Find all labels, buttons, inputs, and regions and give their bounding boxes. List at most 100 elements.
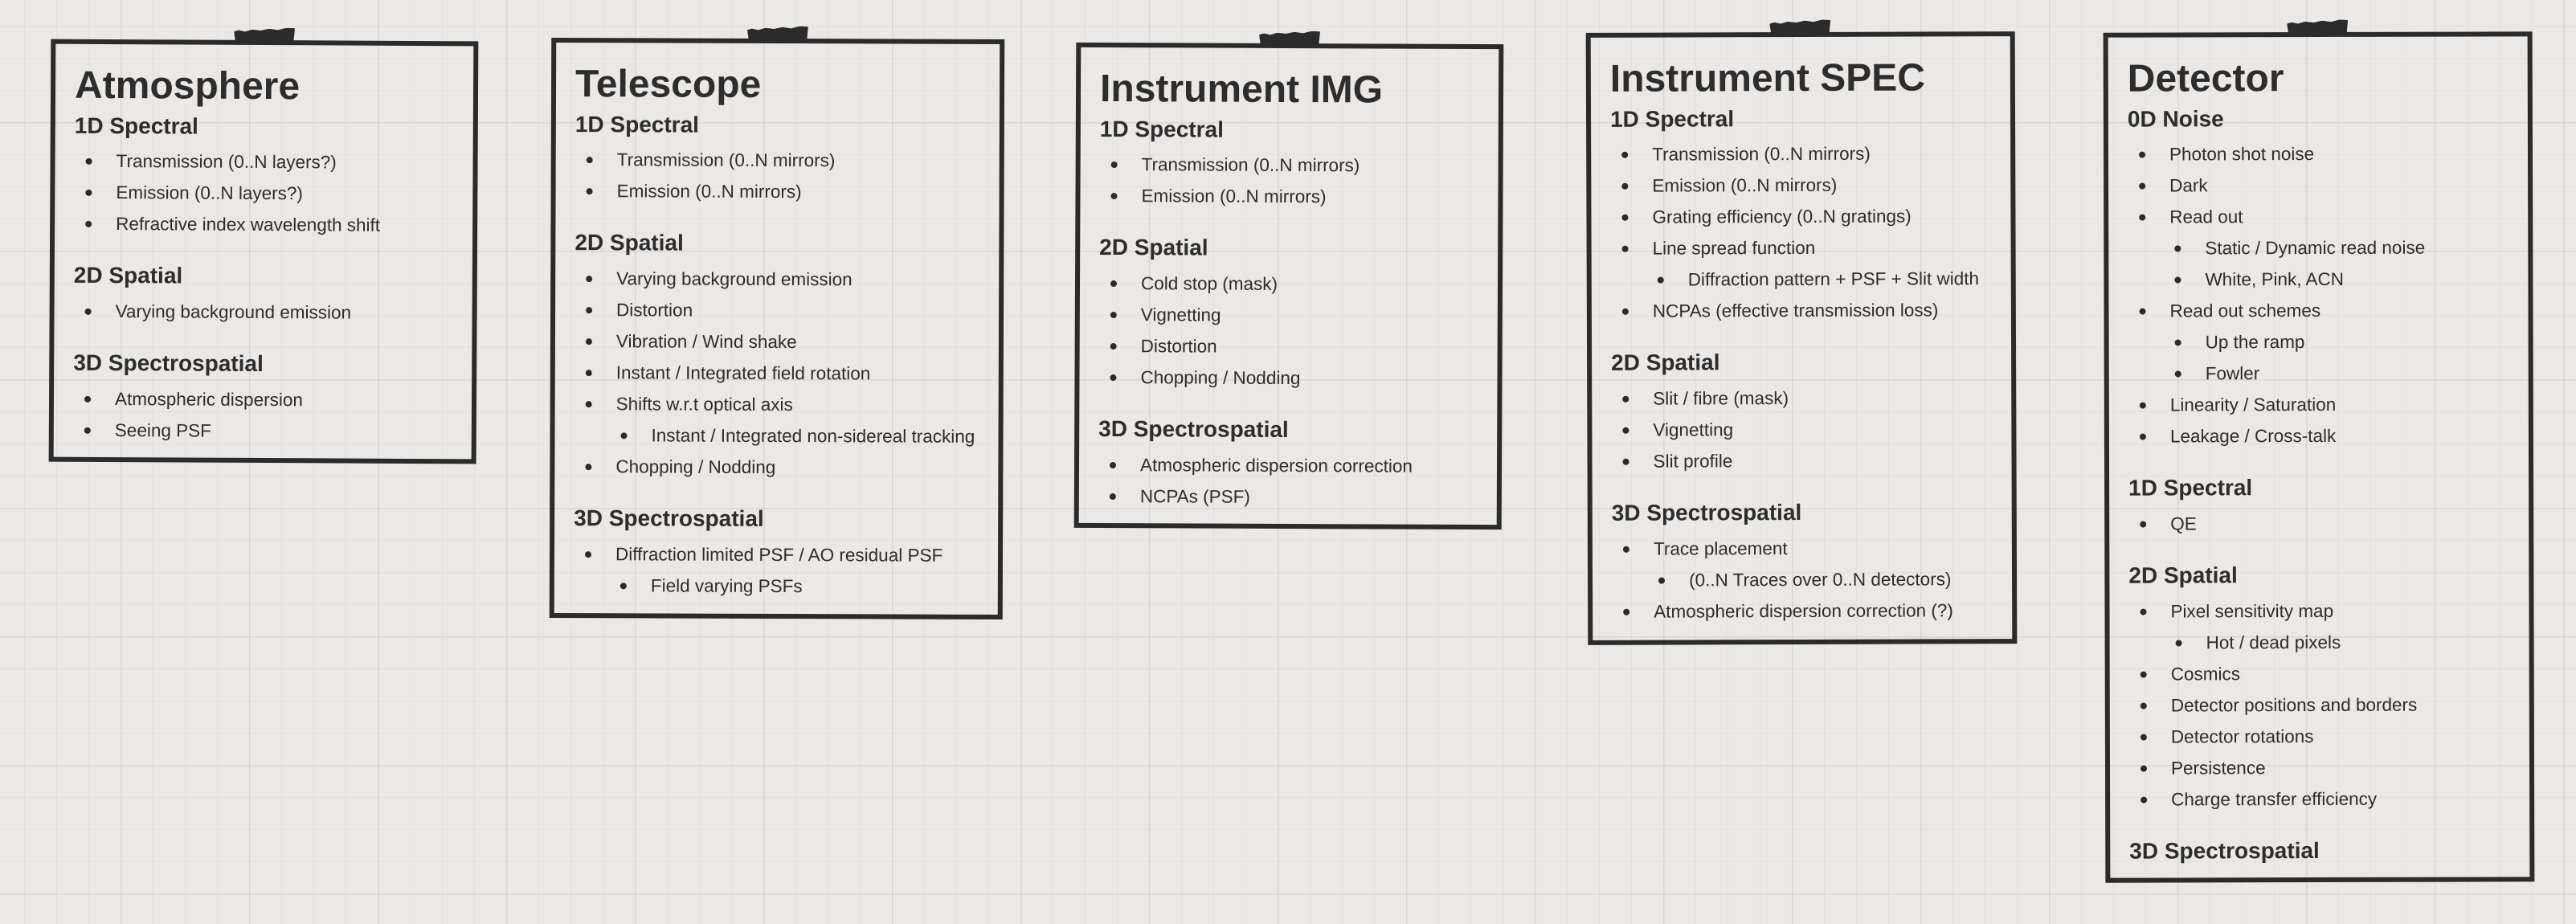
list-item: Read out xyxy=(2128,201,2512,233)
section-1d-spectral: 1D Spectral QE xyxy=(2128,474,2513,540)
card-telescope: Telescope 1D Spectral Transmission (0..N… xyxy=(549,38,1005,619)
list-item: Refractive index wavelength shift xyxy=(74,208,456,241)
section-1d-spectral: 1D Spectral Transmission (0..N mirrors) … xyxy=(1099,116,1482,214)
tape-strip xyxy=(2287,19,2349,37)
list-item: Transmission (0..N layers?) xyxy=(74,145,456,178)
section-title: 1D Spectral xyxy=(74,112,198,139)
list-subitem: Up the ramp xyxy=(2128,326,2513,358)
list-item: Emission (0..N layers?) xyxy=(74,177,456,210)
card-title: Instrument SPEC xyxy=(1609,56,1926,100)
list-item: Leakage / Cross-talk xyxy=(2128,420,2513,452)
card-instrument-spec: Instrument SPEC 1D Spectral Transmission… xyxy=(1585,31,2018,645)
list-item: NCPAs (PSF) xyxy=(1098,480,1481,513)
list-item: Cosmics xyxy=(2129,657,2513,689)
list-item: Chopping / Nodding xyxy=(574,451,982,484)
section-title: 2D Spatial xyxy=(73,263,183,288)
section-title: 2D Spatial xyxy=(2128,562,2238,588)
list-item: Trace placement xyxy=(1612,532,1996,565)
list-item: Detector positions and borders xyxy=(2129,689,2513,721)
list-item: Distortion xyxy=(1099,330,1482,363)
list-item: Read out schemes xyxy=(2128,295,2512,327)
section-title: 1D Spectral xyxy=(2128,475,2253,501)
section-2d-spatial: 2D Spatial Cold stop (mask) Vignetting D… xyxy=(1098,234,1482,395)
section-2d-spatial: 2D Spatial Slit / fibre (mask) Vignettin… xyxy=(1611,349,1996,477)
tape-strip xyxy=(1769,19,1831,37)
tape-strip xyxy=(747,26,809,43)
list-item: Transmission (0..N mirrors) xyxy=(1610,138,1994,171)
section-1d-spectral: 1D Spectral Transmission (0..N mirrors) … xyxy=(575,111,983,208)
section-1d-spectral: 1D Spectral Transmission (0..N mirrors) … xyxy=(1610,104,1995,327)
section-2d-spatial: 2D Spatial Pixel sensitivity map Hot / d… xyxy=(2128,561,2513,815)
section-title: 1D Spectral xyxy=(1609,106,1735,132)
list-item: Distortion xyxy=(574,294,983,327)
list-item: Chopping / Nodding xyxy=(1098,362,1481,395)
list-item: Detector rotations xyxy=(2129,720,2513,752)
list-item: Pixel sensitivity map xyxy=(2128,595,2513,627)
section-0d-noise: 0D Noise Photon shot noise Dark Read out… xyxy=(2128,104,2513,452)
card-title: Detector xyxy=(2127,57,2284,100)
card-instrument-img: Instrument IMG 1D Spectral Transmission … xyxy=(1073,43,1504,530)
section-3d-spectrospatial: 3D Spectrospatial Atmospheric dispersion… xyxy=(73,350,456,448)
tape-strip xyxy=(234,27,296,45)
list-item: Instant / Integrated field rotation xyxy=(574,357,983,390)
list-item: Emission (0..N mirrors) xyxy=(1099,180,1482,213)
list-item: Vignetting xyxy=(1099,299,1482,332)
section-title: 3D Spectrospatial xyxy=(73,350,264,376)
card-title: Instrument IMG xyxy=(1099,67,1384,112)
list-item: Atmospheric dispersion xyxy=(73,382,456,415)
section-title: 3D Spectrospatial xyxy=(2129,837,2320,864)
section-3d-spectrospatial: 3D Spectrospatial Diffraction limited PS… xyxy=(574,505,982,602)
card-detector: Detector 0D Noise Photon shot noise Dark… xyxy=(2103,31,2535,883)
section-title: 1D Spectral xyxy=(1099,116,1224,142)
list-subitem: Instant / Integrated non-sidereal tracki… xyxy=(574,419,982,452)
list-subitem: Field varying PSFs xyxy=(574,570,982,603)
list-item: Seeing PSF xyxy=(73,414,456,447)
section-1d-spectral: 1D Spectral Transmission (0..N layers?) … xyxy=(74,112,457,242)
list-item: Atmospheric dispersion correction (?) xyxy=(1612,595,1996,628)
list-item: Slit / fibre (mask) xyxy=(1611,382,1995,415)
list-item: Slit profile xyxy=(1611,444,1995,477)
list-item: Varying background emission xyxy=(74,296,456,329)
list-item: Transmission (0..N mirrors) xyxy=(575,145,983,178)
section-title: 1D Spectral xyxy=(574,111,700,137)
section-2d-spatial: 2D Spatial Varying background emission xyxy=(74,262,456,329)
section-title: 2D Spatial xyxy=(1611,350,1720,376)
list-item: Atmospheric dispersion correction xyxy=(1098,449,1481,482)
list-item: Cold stop (mask) xyxy=(1099,268,1482,301)
list-item: QE xyxy=(2128,507,2513,539)
section-3d-spectrospatial: 3D Spectrospatial Atmospheric dispersion… xyxy=(1098,415,1482,513)
list-item: Emission (0..N mirrors) xyxy=(1610,170,1994,202)
list-subitem: Fowler xyxy=(2128,358,2513,390)
list-item: NCPAs (effective transmission loss) xyxy=(1611,295,1995,328)
section-3d-spectrospatial: 3D Spectrospatial xyxy=(2129,836,2513,865)
card-atmosphere: Atmosphere 1D Spectral Transmission (0..… xyxy=(48,39,479,464)
section-title: 3D Spectrospatial xyxy=(1098,415,1289,442)
list-item: Transmission (0..N mirrors) xyxy=(1100,149,1482,182)
list-item: Diffraction limited PSF / AO residual PS… xyxy=(574,538,982,571)
list-item: Vignetting xyxy=(1611,413,1995,446)
list-item: Varying background emission xyxy=(574,263,983,296)
list-subitem: Static / Dynamic read noise xyxy=(2128,232,2512,264)
section-title: 2D Spatial xyxy=(574,230,684,256)
list-subitem: White, Pink, ACN xyxy=(2128,264,2512,296)
section-title: 3D Spectrospatial xyxy=(1611,499,1802,525)
list-item: Dark xyxy=(2128,170,2512,202)
section-title: 3D Spectrospatial xyxy=(574,505,764,531)
list-subitem: (0..N Traces over 0..N detectors) xyxy=(1612,563,1996,596)
section-title: 2D Spatial xyxy=(1099,235,1208,260)
list-item: Linearity / Saturation xyxy=(2128,389,2513,421)
card-title: Atmosphere xyxy=(74,63,301,108)
list-item: Vibration / Wind shake xyxy=(574,325,983,358)
list-item: Shifts w.r.t optical axis xyxy=(574,388,983,421)
list-item: Charge transfer efficiency xyxy=(2129,783,2513,815)
card-title: Telescope xyxy=(574,63,762,106)
section-title: 0D Noise xyxy=(2127,106,2224,132)
list-item: Grating efficiency (0..N gratings) xyxy=(1610,201,1994,234)
list-subitem: Hot / dead pixels xyxy=(2129,626,2513,658)
tape-strip xyxy=(1259,31,1321,48)
list-item: Emission (0..N mirrors) xyxy=(575,176,983,209)
list-item: Persistence xyxy=(2129,751,2513,783)
section-3d-spectrospatial: 3D Spectrospatial Trace placement (0..N … xyxy=(1612,498,1997,627)
list-item: Photon shot noise xyxy=(2128,138,2512,170)
list-item: Line spread function xyxy=(1611,232,1995,265)
